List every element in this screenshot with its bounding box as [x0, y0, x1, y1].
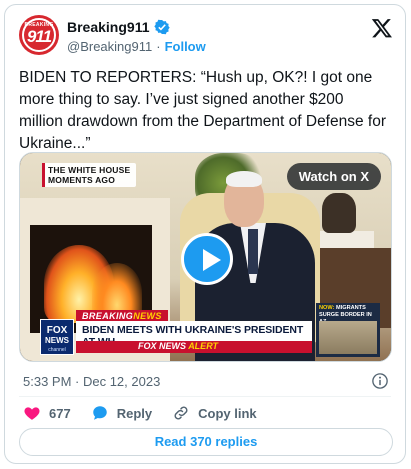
fox-news-logo: FOX NEWS channel: [40, 319, 74, 355]
avatar-text-big: 911: [26, 27, 52, 46]
x-logo-icon[interactable]: [371, 17, 393, 39]
person-hair: [226, 171, 262, 187]
side-story-box: NOW: MIGRANTS SURGE BORDER IN AZ: [316, 303, 380, 357]
copy-link-label: Copy link: [198, 405, 257, 421]
read-replies-button[interactable]: Read 370 replies: [19, 428, 393, 456]
location-label-line2: MOMENTS AGO: [48, 175, 116, 185]
author-handle[interactable]: @Breaking911: [67, 39, 152, 54]
breaking-word: BREAKING: [82, 311, 134, 321]
play-icon: [203, 249, 221, 271]
bust-statue: [322, 193, 356, 233]
tweet-text: BIDEN TO REPORTERS: “Hush up, OK?! I got…: [19, 69, 386, 152]
fox-logo-text-1: FOX: [46, 325, 68, 336]
location-label: THE WHITE HOUSE MOMENTS AGO: [42, 163, 137, 187]
video-player[interactable]: THE WHITE HOUSE MOMENTS AGO Watch on X F…: [19, 152, 392, 362]
follow-button[interactable]: Follow: [165, 39, 206, 54]
person-tie: [248, 229, 258, 274]
location-label-bar: [42, 163, 45, 187]
alert-word: ALERT: [188, 341, 219, 351]
link-icon: [174, 406, 188, 420]
divider: [19, 396, 391, 397]
author-display-name[interactable]: Breaking911: [67, 19, 150, 35]
tweet-card: BREAKING 911 Breaking911 @Breaking911 · …: [4, 4, 406, 464]
author-name-row: Breaking911: [67, 19, 170, 35]
news-word: NEWS: [133, 311, 162, 321]
watch-on-x-button[interactable]: Watch on X: [286, 163, 381, 190]
alert-prefix: FOX NEWS: [138, 341, 187, 351]
like-count: 677: [49, 405, 71, 421]
author-handle-row: @Breaking911 · Follow: [67, 39, 206, 54]
location-label-line1: THE WHITE HOUSE: [48, 165, 131, 175]
alert-text: FOX NEWS ALERT: [138, 341, 218, 351]
reply-button[interactable]: Reply: [91, 404, 152, 422]
play-button[interactable]: [181, 233, 233, 285]
side-story-image: [319, 321, 377, 354]
info-icon[interactable]: [371, 372, 389, 390]
tweet-timestamp[interactable]: 5:33 PM · Dec 12, 2023: [23, 374, 160, 389]
action-bar: 677 Reply Copy link: [23, 403, 277, 423]
heart-icon: [24, 407, 40, 420]
copy-link-button[interactable]: Copy link: [172, 404, 257, 422]
alert-bar: FOX NEWS ALERT: [76, 341, 312, 353]
separator-dot: ·: [156, 39, 161, 54]
fox-logo-text-2: NEWS: [45, 336, 69, 345]
verified-badge-icon: [153, 19, 170, 35]
reply-bubble-icon: [92, 406, 107, 420]
side-story-now: NOW:: [319, 305, 335, 311]
headline-bar: BIDEN MEETS WITH UKRAINE'S PRESIDENT AT …: [76, 321, 312, 348]
like-button[interactable]: 677: [23, 404, 71, 422]
reply-label: Reply: [116, 405, 153, 421]
avatar[interactable]: BREAKING 911: [19, 15, 59, 55]
fox-logo-text-3: channel: [48, 347, 66, 353]
